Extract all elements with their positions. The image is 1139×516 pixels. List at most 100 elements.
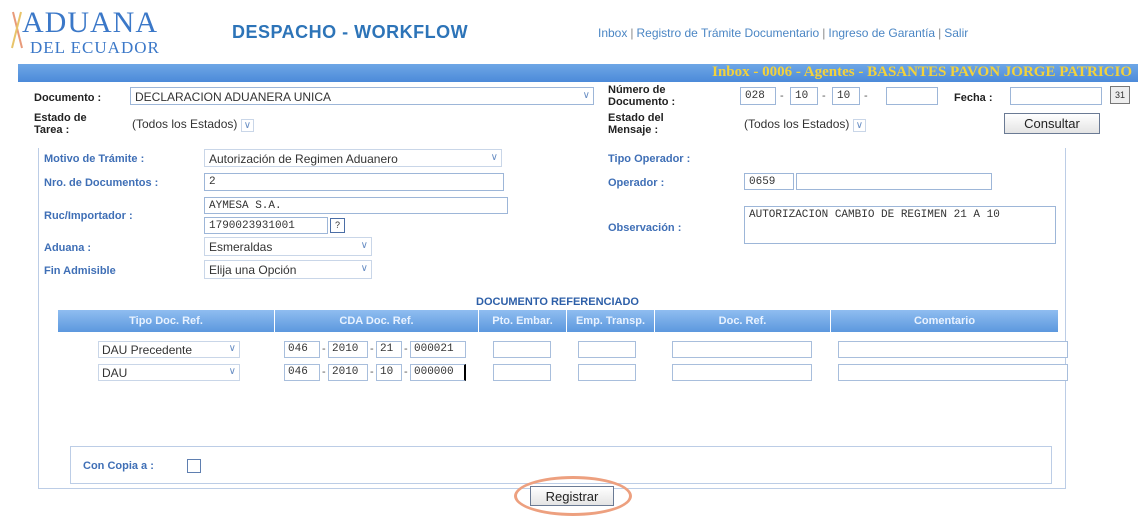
cda-regimen-input[interactable]: 21 <box>376 341 402 358</box>
numero-part-1[interactable]: 028 <box>740 87 776 105</box>
dash: - <box>322 343 326 355</box>
emp-transp-input[interactable] <box>578 341 636 358</box>
pto-embar-input[interactable] <box>493 341 551 358</box>
documento-label: Documento : <box>34 92 102 104</box>
dash: - <box>404 343 408 355</box>
col-comentario: Comentario <box>913 315 976 327</box>
chevron-down-icon: ∨ <box>360 240 368 251</box>
aduana-select[interactable]: Esmeraldas ∨ <box>204 237 372 256</box>
tipo-doc-value: DAU Precedente <box>102 343 193 357</box>
dash: - <box>864 90 868 102</box>
dash: - <box>322 366 326 378</box>
chevron-down-icon: ∨ <box>240 119 255 132</box>
help-icon[interactable]: ? <box>330 218 345 233</box>
nro-documentos-input[interactable]: 2 <box>204 173 504 191</box>
numero-part-3[interactable]: 10 <box>832 87 860 105</box>
tipo-doc-select[interactable]: DAU ∨ <box>98 364 240 381</box>
emp-transp-input[interactable] <box>578 364 636 381</box>
nav-inbox-link[interactable]: Inbox <box>598 26 627 40</box>
numero-label-line1: Número de <box>608 84 666 96</box>
chevron-down-icon: ∨ <box>852 119 867 132</box>
dash: - <box>822 90 826 102</box>
chevron-down-icon: ∨ <box>228 366 236 377</box>
doc-ref-input[interactable] <box>672 341 812 358</box>
top-nav: Inbox | Registro de Trámite Documentario | I… <box>598 26 968 40</box>
cda-anio-input[interactable]: 2010 <box>328 341 368 358</box>
aduana-label: Aduana : <box>44 242 92 254</box>
tipo-operador-label: Tipo Operador : <box>608 153 691 165</box>
ruc-importador-label: Ruc/Importador : <box>44 210 133 222</box>
estado-tarea-select[interactable]: (Todos los Estados) ∨ <box>132 117 255 132</box>
documento-select-value: DECLARACION ADUANERA UNICA <box>135 90 332 104</box>
documento-select[interactable]: DECLARACION ADUANERA UNICA ∨ <box>130 87 594 105</box>
observacion-label: Observación : <box>608 222 682 234</box>
operador-code-input[interactable]: 0659 <box>744 173 794 190</box>
estado-mensaje-label: Estado del Mensaje : <box>608 112 664 136</box>
cda-numero-input[interactable]: 000000 <box>410 364 466 381</box>
nav-salir-link[interactable]: Salir <box>944 26 968 40</box>
numero-label-line2: Documento : <box>608 96 676 108</box>
cda-regimen-input[interactable]: 10 <box>376 364 402 381</box>
pto-embar-input[interactable] <box>493 364 551 381</box>
comentario-input[interactable] <box>838 341 1068 358</box>
estado-tarea-value: (Todos los Estados) <box>132 117 238 131</box>
cda-aduana-input[interactable]: 046 <box>284 341 320 358</box>
estado-mensaje-select[interactable]: (Todos los Estados) ∨ <box>744 117 867 132</box>
estado-mensaje-line2: Mensaje : <box>608 124 659 136</box>
col-doc-ref: Doc. Ref. <box>655 310 831 332</box>
calendar-icon[interactable]: 31 <box>1110 86 1130 104</box>
aduana-value: Esmeraldas <box>209 240 273 254</box>
doc-ref-header: Tipo Doc. Ref. CDA Doc. Ref. Pto. Embar.… <box>58 310 1058 332</box>
numero-part-2[interactable]: 10 <box>790 87 818 105</box>
con-copia-checkbox[interactable] <box>187 459 201 473</box>
ruc-name-input[interactable]: AYMESA S.A. <box>204 197 508 214</box>
nro-documentos-label: Nro. de Documentos : <box>44 177 159 189</box>
logo-title: ADUANA <box>22 6 158 39</box>
numero-part-4[interactable] <box>886 87 938 105</box>
col-tipo-doc-ref: Tipo Doc. Ref. <box>58 310 275 332</box>
registrar-button[interactable]: Registrar <box>530 486 614 506</box>
nav-separator: | <box>938 26 942 40</box>
numero-documento-label: Número de Documento : <box>608 84 675 108</box>
motivo-select[interactable]: Autorización de Regimen Aduanero ∨ <box>204 149 502 167</box>
operador-label: Operador : <box>608 177 665 189</box>
tipo-doc-select[interactable]: DAU Precedente ∨ <box>98 341 240 358</box>
inbox-banner: Inbox - 0006 - Agentes - BASANTES PAVON … <box>18 64 1138 82</box>
consultar-button[interactable]: Consultar <box>1004 113 1100 134</box>
con-copia-label: Con Copia a : <box>83 460 154 472</box>
doc-ref-title: DOCUMENTO REFERENCIADO <box>476 296 639 308</box>
nav-garantia-link[interactable]: Ingreso de Garantía <box>828 26 935 40</box>
chevron-down-icon: ∨ <box>490 152 498 163</box>
banner-title: Inbox - 0006 - Agentes - BASANTES PAVON … <box>712 64 1132 80</box>
chevron-down-icon: ∨ <box>228 343 236 354</box>
fin-admisible-value: Elija una Opción <box>209 263 297 277</box>
dash: - <box>780 90 784 102</box>
estado-mensaje-value: (Todos los Estados) <box>744 117 850 131</box>
dash: - <box>404 366 408 378</box>
col-cda-doc-ref: CDA Doc. Ref. <box>275 310 479 332</box>
col-emp-transp: Emp. Transp. <box>567 310 655 332</box>
cda-numero-input[interactable]: 000021 <box>410 341 466 358</box>
estado-tarea-label: Estado de Tarea : <box>34 112 87 136</box>
estado-mensaje-line1: Estado del <box>608 112 664 124</box>
logo-subtitle: DEL ECUADOR <box>30 38 160 57</box>
motivo-label: Motivo de Trámite : <box>44 153 145 165</box>
fecha-input[interactable] <box>1010 87 1102 105</box>
ruc-number-input[interactable]: 1790023931001 <box>204 217 328 234</box>
comentario-input[interactable] <box>838 364 1068 381</box>
doc-ref-input[interactable] <box>672 364 812 381</box>
observacion-textarea[interactable]: AUTORIZACION CAMBIO DE REGIMEN 21 A 10 <box>744 206 1056 244</box>
tipo-doc-value: DAU <box>102 366 128 380</box>
cda-aduana-input[interactable]: 046 <box>284 364 320 381</box>
dash: - <box>370 366 374 378</box>
fin-admisible-select[interactable]: Elija una Opción ∨ <box>204 260 372 279</box>
app-title: DESPACHO - WORKFLOW <box>232 22 469 42</box>
operador-name-input[interactable] <box>796 173 992 190</box>
cda-anio-input[interactable]: 2010 <box>328 364 368 381</box>
col-pto-embar: Pto. Embar. <box>479 310 567 332</box>
nav-registro-link[interactable]: Registro de Trámite Documentario <box>636 26 819 40</box>
estado-tarea-line2: Tarea : <box>34 124 70 136</box>
dash: - <box>370 343 374 355</box>
fecha-label: Fecha : <box>954 92 993 104</box>
nav-separator: | <box>822 26 826 40</box>
